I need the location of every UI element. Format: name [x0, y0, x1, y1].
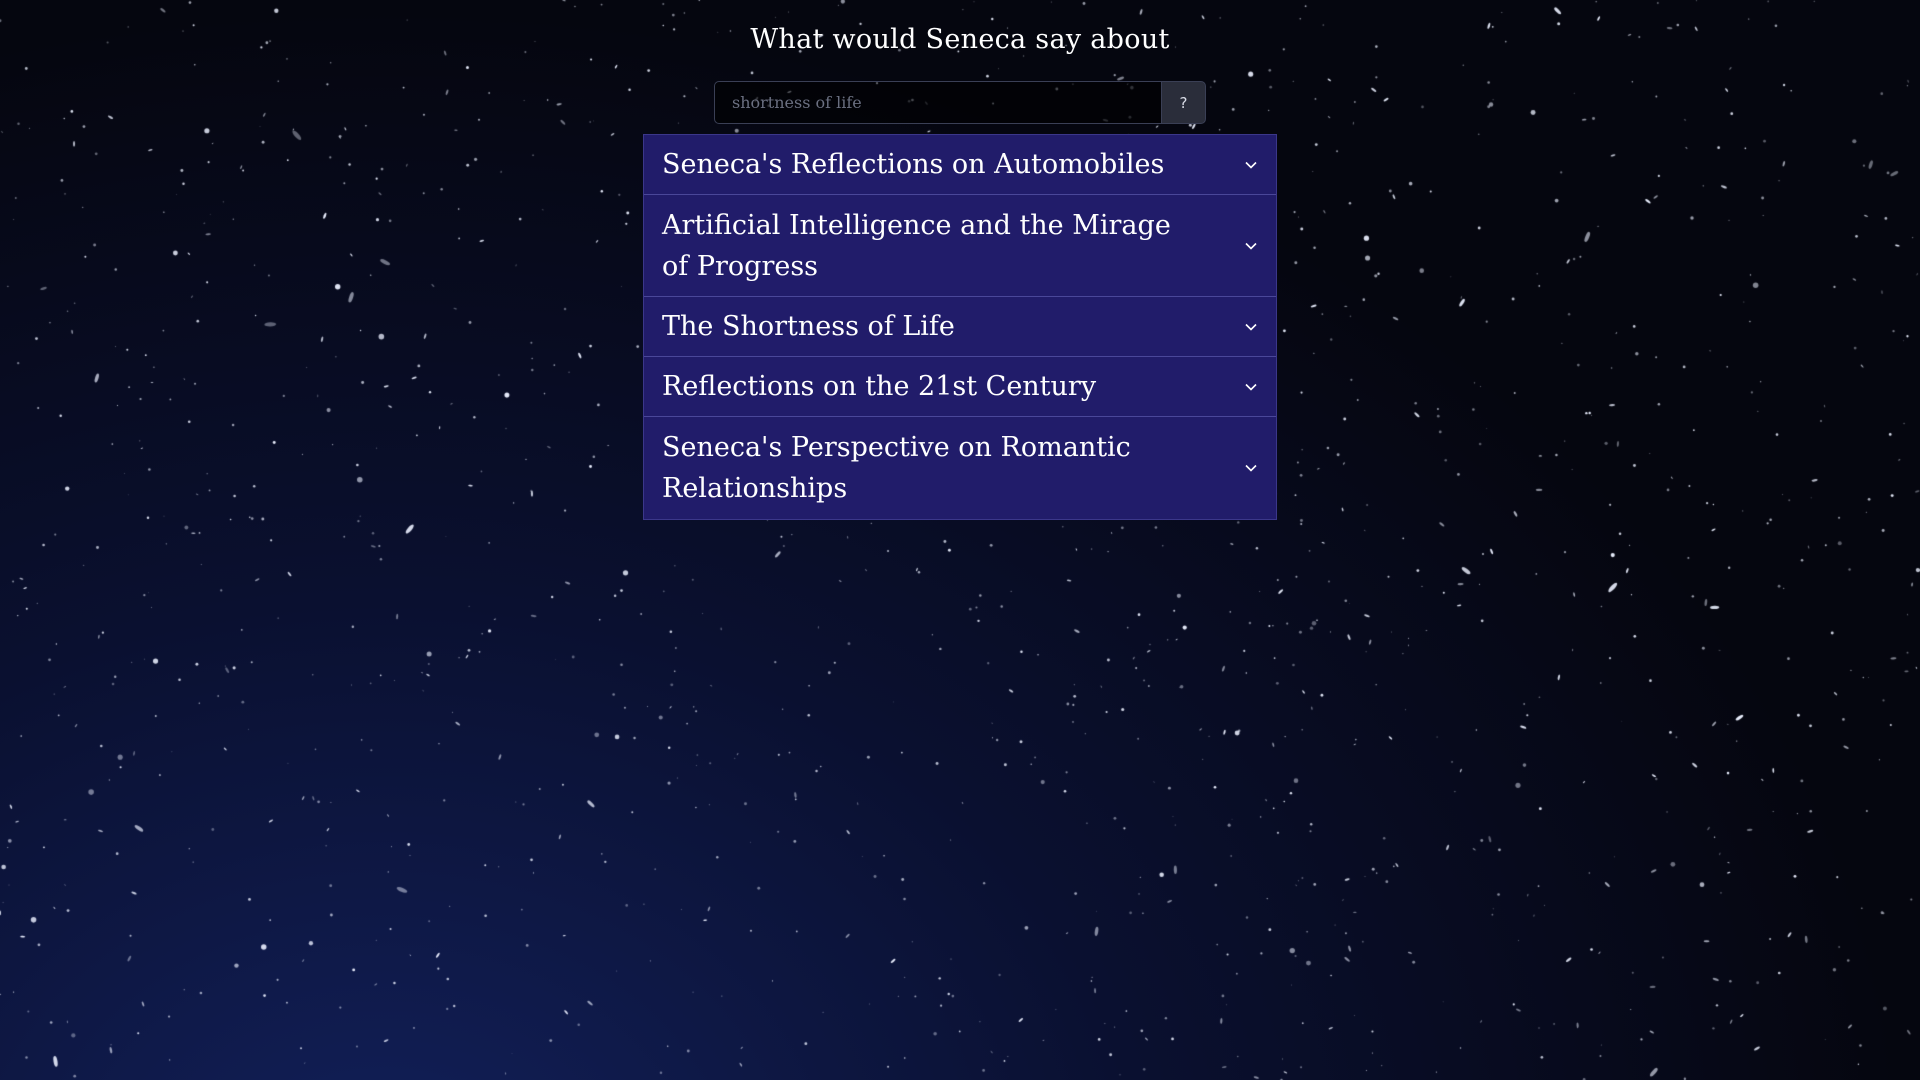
chevron-down-icon[interactable] — [1244, 158, 1258, 172]
answers-accordion: Seneca's Reflections on Automobiles Arti… — [643, 134, 1277, 520]
accordion-item-title: The Shortness of Life — [662, 311, 955, 342]
chevron-down-icon[interactable] — [1244, 239, 1258, 253]
accordion-item-title: Artificial Intelligence and the Mirage o… — [662, 209, 1171, 282]
page-heading: What would Seneca say about — [750, 24, 1170, 55]
accordion-item-title: Seneca's Perspective on Romantic Relatio… — [662, 432, 1131, 504]
accordion-item-title: Seneca's Reflections on Automobiles — [662, 149, 1165, 180]
chevron-down-icon[interactable] — [1244, 320, 1258, 334]
accordion-item-title: Reflections on the 21st Century — [662, 371, 1097, 402]
ask-button[interactable]: ? — [1161, 81, 1206, 124]
accordion-item-21st-century[interactable]: Reflections on the 21st Century — [644, 357, 1276, 417]
accordion-item-artificial-intelligence[interactable]: Artificial Intelligence and the Mirage o… — [644, 195, 1276, 297]
chevron-down-icon[interactable] — [1244, 461, 1258, 475]
accordion-item-shortness-of-life[interactable]: The Shortness of Life — [644, 297, 1276, 357]
accordion-item-automobiles[interactable]: Seneca's Reflections on Automobiles — [644, 135, 1276, 195]
search-bar: ? — [714, 81, 1206, 124]
search-input[interactable] — [714, 81, 1161, 124]
chevron-down-icon[interactable] — [1244, 380, 1258, 394]
accordion-item-romantic-relationships[interactable]: Seneca's Perspective on Romantic Relatio… — [644, 417, 1276, 519]
